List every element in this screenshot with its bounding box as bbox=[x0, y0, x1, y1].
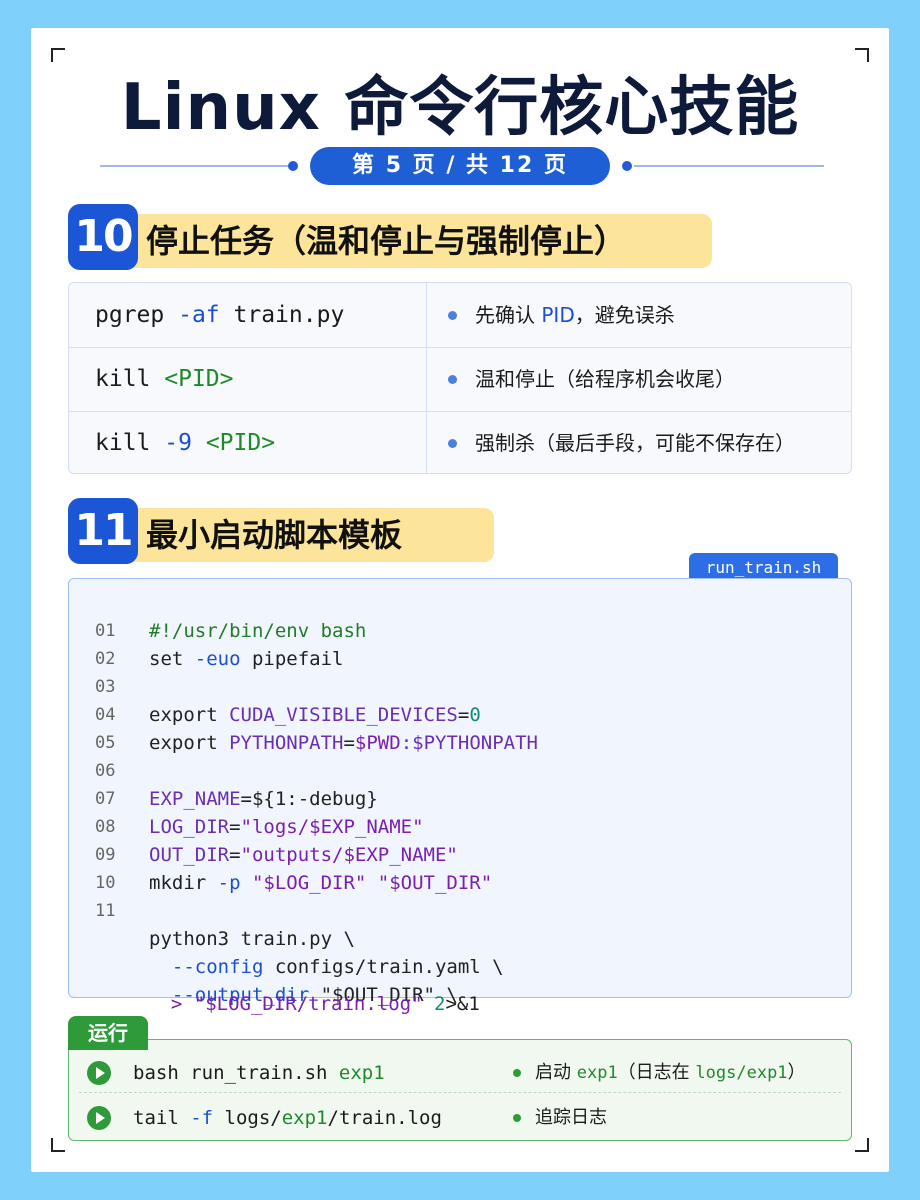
command-table: pgrep -af train.py 先确认 PID，避免误杀 kill <PI… bbox=[68, 282, 852, 474]
section-10-number: 10 bbox=[68, 204, 138, 270]
bullet-icon bbox=[448, 439, 457, 448]
corner-mark bbox=[51, 1138, 65, 1152]
bullet-icon bbox=[448, 375, 457, 384]
section-11-title: 最小启动脚本模板 bbox=[124, 508, 494, 562]
run-description: 启动 exp1（日志在 logs/exp1） bbox=[507, 1050, 806, 1096]
run-description: 追踪日志 bbox=[507, 1095, 607, 1141]
code-line: 06 bbox=[95, 761, 116, 781]
run-command: tail -f logs/exp1/train.log bbox=[133, 1107, 442, 1129]
table-row: kill -9 <PID> 强制杀（最后手段，可能不保存在） bbox=[69, 411, 851, 473]
corner-mark bbox=[855, 1138, 869, 1152]
code-line: --config configs/train.yaml \ bbox=[171, 956, 504, 978]
divider-line bbox=[634, 165, 824, 167]
page-indicator: 第 5 页 / 共 12 页 bbox=[310, 147, 610, 185]
page-title: Linux 命令行核心技能 bbox=[120, 71, 800, 145]
command-cell: kill <PID> bbox=[95, 366, 234, 392]
code-line: > "$LOG_DIR/train.log" 2>&1 bbox=[148, 993, 480, 1015]
divider-dot bbox=[288, 161, 298, 171]
code-line: 04 export CUDA_VISIBLE_DEVICES=0 bbox=[95, 704, 481, 726]
code-line: 08 LOG_DIR="logs/$EXP_NAME" bbox=[95, 816, 424, 838]
code-line: python3 train.py \ bbox=[149, 928, 355, 950]
code-line: 02 set -euo pipefail bbox=[95, 648, 344, 670]
code-line: 03 bbox=[95, 677, 116, 697]
run-row: tail -f logs/exp1/train.log 追踪日志 bbox=[69, 1095, 851, 1141]
code-line: 05 export PYTHONPATH=$PWD:$PYTHONPATH bbox=[95, 732, 538, 754]
command-cell: pgrep -af train.py bbox=[95, 302, 345, 328]
divider-dot bbox=[622, 161, 632, 171]
description-cell: 先确认 PID，避免误杀 bbox=[426, 283, 851, 347]
code-line: 07 EXP_NAME=${1:-debug} bbox=[95, 788, 378, 810]
row-divider bbox=[79, 1092, 841, 1093]
bullet-icon bbox=[448, 311, 457, 320]
divider-line bbox=[100, 165, 290, 167]
table-row: pgrep -af train.py 先确认 PID，避免误杀 bbox=[69, 283, 851, 347]
code-line: 09 OUT_DIR="outputs/$EXP_NAME" bbox=[95, 844, 458, 866]
run-command: bash run_train.sh exp1 bbox=[133, 1062, 385, 1084]
play-icon[interactable] bbox=[87, 1061, 111, 1085]
table-row: kill <PID> 温和停止（给程序机会收尾） bbox=[69, 347, 851, 411]
description-cell: 强制杀（最后手段，可能不保存在） bbox=[426, 411, 851, 473]
description-cell: 温和停止（给程序机会收尾） bbox=[426, 347, 851, 411]
code-line: 11 bbox=[95, 901, 116, 921]
bullet-icon bbox=[513, 1114, 521, 1122]
command-cell: kill -9 <PID> bbox=[95, 430, 276, 456]
run-row: bash run_train.sh exp1 启动 exp1（日志在 logs/… bbox=[69, 1050, 851, 1096]
code-line: 01 #!/usr/bin/env bash bbox=[95, 620, 367, 642]
bullet-icon bbox=[513, 1069, 521, 1077]
code-line: 10 mkdir -p "$LOG_DIR" "$OUT_DIR" bbox=[95, 872, 493, 894]
section-11-number: 11 bbox=[68, 498, 138, 564]
section-10-title: 停止任务（温和停止与强制停止） bbox=[124, 214, 712, 268]
play-icon[interactable] bbox=[87, 1106, 111, 1130]
code-block: 01 #!/usr/bin/env bash 02 set -euo pipefai… bbox=[68, 578, 852, 1006]
run-label: 运行 bbox=[68, 1016, 148, 1050]
run-box: bash run_train.sh exp1 启动 exp1（日志在 logs/… bbox=[68, 1039, 852, 1141]
